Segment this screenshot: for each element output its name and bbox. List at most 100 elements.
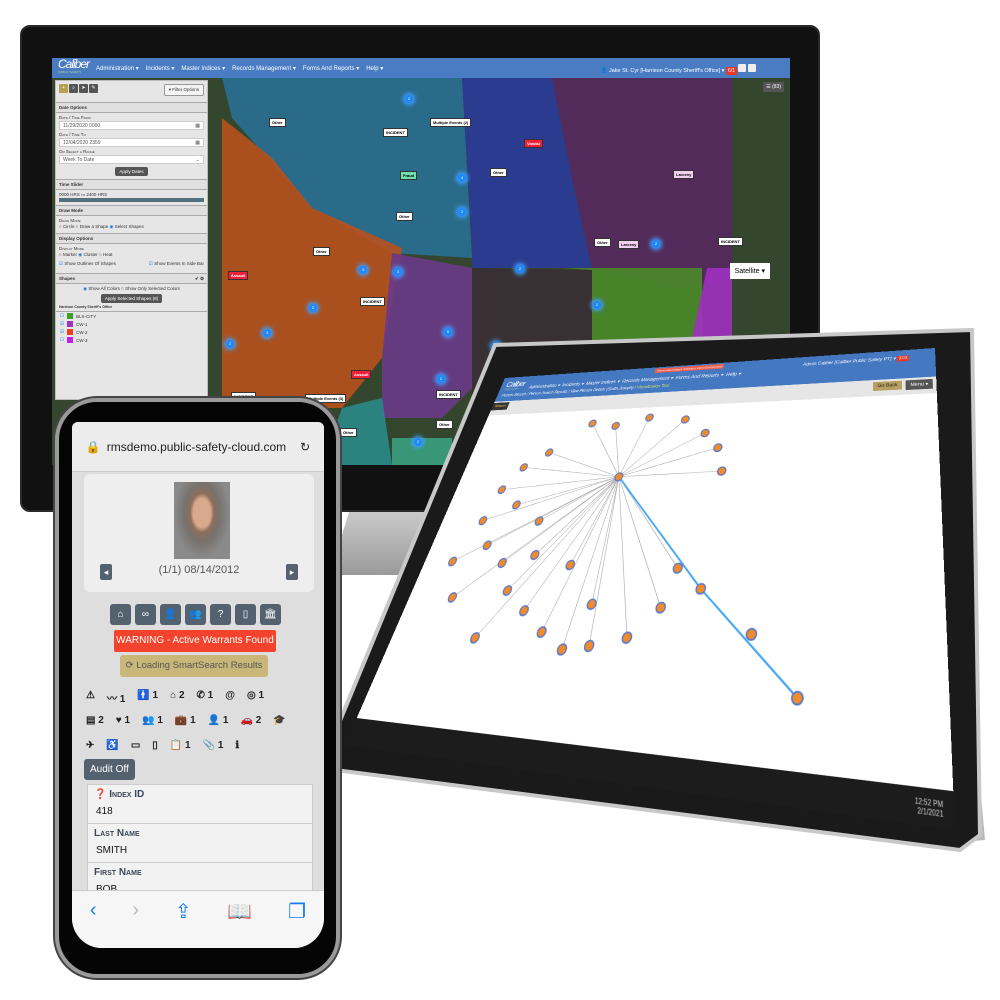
graph-node[interactable]	[746, 628, 757, 640]
audit-toggle-button[interactable]: Audit Off	[84, 759, 135, 780]
record-type-count[interactable]: ✆ 1	[197, 690, 214, 705]
record-type-count[interactable]: 👤 1	[208, 715, 229, 726]
graph-node[interactable]	[645, 414, 654, 421]
graph-node[interactable]	[681, 416, 690, 423]
record-type-icon: 💼	[174, 715, 188, 726]
record-type-count[interactable]: ♥ 1	[116, 715, 130, 726]
tabs-icon[interactable]: ❐	[288, 899, 306, 948]
record-type-count[interactable]: ♿	[106, 740, 118, 751]
record-type-count[interactable]: ◎ 1	[247, 690, 264, 705]
record-type-count[interactable]: 🎓	[273, 715, 285, 726]
record-type-count[interactable]: 📋 1	[170, 740, 191, 751]
help-icon[interactable]: ❓	[94, 789, 106, 800]
record-type-count[interactable]: ▭	[131, 740, 140, 751]
record-type-count[interactable]: 👥 1	[142, 715, 163, 726]
document-icon[interactable]: ▯	[235, 604, 256, 625]
map-icon[interactable]: ⌂	[110, 604, 131, 625]
graph-node[interactable]	[713, 444, 722, 452]
nav-master-indices[interactable]: Master Indices ▾	[585, 380, 620, 386]
record-type-count[interactable]: ℹ	[235, 740, 239, 751]
graph-edge	[524, 477, 619, 614]
graph-node[interactable]	[502, 586, 513, 596]
graph-node[interactable]	[556, 644, 568, 655]
graph-node[interactable]	[700, 429, 709, 437]
crumb-person-details[interactable]: View Person Details (Smith,Joseph) /	[570, 386, 637, 394]
graph-node[interactable]	[611, 422, 620, 429]
nav-help[interactable]: Help ▾	[726, 372, 742, 378]
graph-node[interactable]	[536, 627, 547, 638]
menu-button[interactable]: Menu ▾	[905, 378, 933, 391]
record-type-count[interactable]: 〰 1	[107, 690, 125, 705]
person-fields: ❓ Index ID 418 Last Name SMITH First Nam…	[87, 784, 313, 904]
graph-node[interactable]	[583, 640, 594, 651]
graph-node[interactable]	[478, 517, 488, 525]
alert-badge[interactable]: 37/3	[897, 355, 909, 362]
graph-node[interactable]	[621, 632, 632, 643]
nav-incidents[interactable]: Incidents ▾	[561, 382, 584, 388]
graph-node[interactable]	[614, 473, 624, 481]
graph-node[interactable]	[586, 599, 597, 609]
share-icon[interactable]: ⇪	[175, 899, 192, 948]
forward-icon[interactable]: ›	[132, 899, 139, 948]
graph-node[interactable]	[447, 593, 458, 603]
graph-node[interactable]	[791, 691, 803, 705]
action-buttons: ⌂ ∞ 👤 👥? ▯ 🏛	[110, 604, 281, 625]
graph-node[interactable]	[497, 558, 507, 567]
record-type-count[interactable]: 🚹 1	[137, 690, 158, 705]
field-last-name[interactable]: SMITH	[88, 841, 312, 863]
record-type-count[interactable]: ⌂ 2	[170, 690, 184, 705]
graph-edge	[619, 471, 722, 477]
graph-node[interactable]	[588, 420, 597, 427]
record-type-count[interactable]: ▯	[152, 740, 158, 751]
link-icon[interactable]: ∞	[135, 604, 156, 625]
graph-node[interactable]	[534, 517, 544, 525]
address-bar[interactable]: 🔒 rmsdemo.public-safety-cloud.com ↻	[72, 422, 324, 472]
group-icon[interactable]: 👥	[185, 604, 206, 625]
record-type-icon: ▭	[130, 740, 141, 751]
record-type-icon: ℹ	[235, 740, 240, 751]
back-icon[interactable]: ‹	[90, 899, 97, 948]
record-type-count[interactable]: 💼 1	[175, 715, 196, 726]
graph-node[interactable]	[672, 563, 683, 573]
graph-node[interactable]	[518, 606, 529, 616]
browser-toolbar: ‹ › ⇪ 📖 ❐	[72, 890, 324, 948]
graph-node[interactable]	[469, 633, 480, 644]
user-menu[interactable]: Admin Caliber [Caliber Public Safety PT]…	[803, 355, 909, 367]
record-type-count[interactable]: ▤ 2	[86, 715, 104, 726]
graph-node[interactable]	[497, 486, 507, 494]
reload-icon[interactable]: ↻	[300, 440, 310, 454]
building-icon[interactable]: 🏛	[260, 604, 281, 625]
nav-forms-reports[interactable]: Forms And Reports ▾	[675, 373, 724, 381]
graph-node[interactable]	[565, 560, 576, 569]
graph-node[interactable]	[519, 464, 528, 471]
graph-node[interactable]	[482, 541, 492, 550]
question-icon[interactable]: ?	[210, 604, 231, 625]
crumb-results[interactable]: Person Search Results /	[528, 390, 570, 396]
record-type-count[interactable]: 📎 1	[203, 740, 224, 751]
field-index-id[interactable]: 418	[88, 802, 312, 824]
graph-edge	[619, 448, 718, 477]
photo-card: ◂ (1/1) 08/14/2012 ▸	[84, 474, 314, 592]
graph-node[interactable]	[655, 602, 666, 613]
nav-administration[interactable]: Administration ▾	[528, 384, 560, 390]
next-photo-button[interactable]: ▸	[286, 564, 298, 580]
record-type-count[interactable]: ✈	[86, 740, 94, 751]
go-back-button[interactable]: Go Back	[872, 380, 903, 392]
person-icon[interactable]: 👤	[160, 604, 181, 625]
smartsearch-loading-button[interactable]: ⟳ Loading SmartSearch Results	[120, 655, 268, 677]
crumb-person-search[interactable]: Person Search /	[501, 393, 528, 398]
graph-node[interactable]	[512, 501, 522, 509]
record-type-count[interactable]: ⚠	[86, 690, 95, 705]
graph-edge	[535, 477, 619, 557]
graph-node[interactable]	[447, 557, 457, 566]
nav-records-management[interactable]: Records Management ▾	[621, 376, 673, 384]
graph-node[interactable]	[530, 551, 540, 560]
network-tab[interactable]: Network	[490, 402, 510, 411]
taskbar-clock: 12:52 PM 2/1/2021	[914, 797, 944, 821]
bookmarks-icon[interactable]: 📖	[227, 899, 252, 948]
graph-node[interactable]	[544, 449, 553, 456]
mugshot-photo[interactable]	[174, 482, 230, 559]
record-type-count[interactable]: 🚗 2	[240, 715, 261, 726]
record-type-count[interactable]: @	[225, 690, 235, 705]
graph-node[interactable]	[717, 467, 727, 475]
